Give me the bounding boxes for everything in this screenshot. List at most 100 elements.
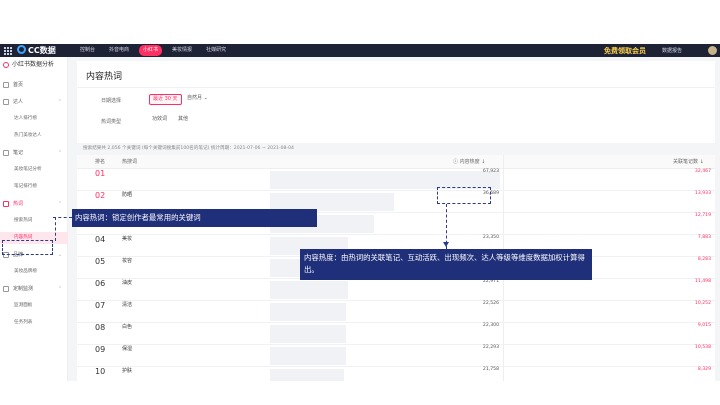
- logo-text: CC数据: [28, 46, 56, 55]
- sidebar-item-note-ranking[interactable]: 笔记排行榜: [0, 181, 68, 193]
- title-panel: 内容热词: [77, 61, 715, 87]
- heat-cell: 23,350: [482, 235, 499, 240]
- sidebar-item-hot-words[interactable]: 热词 ⌃: [0, 198, 68, 210]
- rank-cell: 10: [95, 367, 106, 376]
- notes-cell: 10,538: [694, 345, 711, 350]
- date-option-last-30-days[interactable]: 最近 30 天: [149, 94, 182, 105]
- top-navigation-bar: CC数据 控制台 抖音电商 小红书 美妆情报 社媒研究 免费领取会员 数据报告: [0, 44, 720, 57]
- annotation-arrow-icon: [443, 242, 449, 247]
- notes-cell: 13,933: [694, 191, 711, 196]
- type-option-efficacy[interactable]: 功效词: [149, 115, 170, 124]
- heat-bar: [270, 369, 344, 381]
- sidebar-item-hot-beauty-influencers[interactable]: 热门美妆达人: [0, 130, 68, 142]
- annotation-connector: [55, 217, 56, 241]
- home-icon: [3, 82, 9, 88]
- header-related-notes[interactable]: 关联笔记数 ↓: [673, 155, 704, 169]
- monitor-icon: [3, 286, 9, 292]
- word-cell[interactable]: 清洁: [122, 301, 132, 308]
- table-row[interactable]: 07 清洁 22,526 10,252: [77, 301, 715, 323]
- table-row[interactable]: 06 油皮 22,971 11,498: [77, 279, 715, 301]
- nav-console[interactable]: 控制台: [76, 45, 99, 56]
- table-row[interactable]: 01 67,923 32,467: [77, 169, 715, 191]
- word-cell[interactable]: 护肤: [122, 367, 132, 374]
- sidebar-item-influencer-ranking[interactable]: 达人排行榜: [0, 113, 68, 125]
- app-icon: [3, 62, 9, 68]
- logo-mark-icon: [17, 45, 26, 54]
- notes-cell: 10,252: [694, 301, 711, 306]
- chevron-up-icon: ⌃: [57, 150, 62, 156]
- word-cell[interactable]: 防晒: [122, 191, 132, 198]
- nav-xiaohongshu[interactable]: 小红书: [139, 45, 163, 56]
- annotation-highlight-heat-header: [437, 187, 491, 204]
- heat-cell: 67,923: [482, 169, 499, 174]
- rank-cell: 07: [95, 301, 106, 310]
- notes-cell: 8,283: [697, 257, 711, 262]
- chevron-down-icon: ⌄: [57, 252, 62, 258]
- app-window: CC数据 控制台 抖音电商 小红书 美妆情报 社媒研究 免费领取会员 数据报告 …: [0, 44, 720, 381]
- table-row[interactable]: 09 保湿 22,293 10,538: [77, 345, 715, 367]
- logo[interactable]: CC数据: [17, 45, 56, 56]
- rank-cell: 01: [95, 169, 106, 178]
- data-report-link[interactable]: 数据报告: [662, 47, 682, 54]
- table-row[interactable]: 08 白色 22,300 9,015: [77, 323, 715, 345]
- page-title: 内容热词: [86, 72, 123, 82]
- chevron-up-icon: ⌃: [57, 99, 62, 105]
- sidebar-title: 小红书数据分析: [0, 59, 68, 71]
- date-option-natural-month[interactable]: 自然月 ⌄: [184, 94, 211, 103]
- notes-cell: 12,719: [694, 213, 711, 218]
- word-cell[interactable]: 保湿: [122, 345, 132, 352]
- table-header: [77, 155, 715, 169]
- date-filter-label: 日期选择: [101, 98, 122, 104]
- chevron-up-icon: ⌃: [57, 286, 62, 292]
- result-summary: 搜索结果共 2,056 个关键词 (每个关键词搜集前100名的笔记) 统计周期：…: [83, 146, 294, 151]
- heat-cell: 22,300: [482, 323, 499, 328]
- heat-bar: [270, 347, 346, 365]
- heat-bar: [270, 325, 346, 343]
- sidebar: 小红书数据分析 首页 达人 ⌃ 达人排行榜 热门美妆达人 笔记 ⌃ 美妆笔记分析 笔…: [0, 57, 68, 381]
- word-cell[interactable]: 妆容: [122, 257, 132, 264]
- sidebar-item-task-list[interactable]: 任务列表: [0, 317, 68, 329]
- filter-panel: 日期选择 最近 30 天 自然月 ⌄ 热词类型 功效词 其他: [77, 87, 715, 143]
- sidebar-item-monitoring-panel[interactable]: 监测面板: [0, 300, 68, 312]
- sidebar-item-beauty-note-analysis[interactable]: 美妆笔记分析: [0, 164, 68, 176]
- rank-cell: 04: [95, 235, 106, 244]
- apps-grid-icon[interactable]: [4, 47, 12, 55]
- rank-cell: 08: [95, 323, 106, 332]
- header-content-heat[interactable]: ⓘ 内容热度 ↓: [453, 155, 485, 169]
- chevron-up-icon: ⌃: [57, 201, 62, 207]
- sidebar-item-beauty-brand-ranking[interactable]: 美妆品牌榜: [0, 266, 68, 278]
- avatar[interactable]: [708, 46, 717, 55]
- rank-cell: 06: [95, 279, 106, 288]
- nav-social-research[interactable]: 社媒研究: [202, 45, 230, 56]
- notes-cell: 32,467: [694, 169, 711, 174]
- rank-cell: 02: [95, 191, 106, 200]
- heat-cell: 22,293: [482, 345, 499, 350]
- notes-cell: 7,883: [697, 235, 711, 240]
- word-cell[interactable]: 油皮: [122, 279, 132, 286]
- free-membership-link[interactable]: 免费领取会员: [604, 46, 646, 56]
- type-option-other[interactable]: 其他: [175, 115, 191, 124]
- user-icon: [3, 99, 9, 105]
- annotation-highlight-sidebar: [2, 240, 53, 255]
- heat-cell: 21,758: [482, 367, 499, 372]
- sidebar-item-notes[interactable]: 笔记 ⌃: [0, 147, 68, 159]
- header-rank: 排名: [95, 159, 106, 165]
- annotation-callout-content-hot-words: 内容热词：锁定创作者最常用的关键词: [72, 209, 317, 227]
- top-nav: 控制台 抖音电商 小红书 美妆情报 社媒研究: [76, 45, 230, 56]
- heat-cell: 22,526: [482, 301, 499, 306]
- notes-cell: 8,329: [697, 367, 711, 372]
- sidebar-item-home[interactable]: 首页: [0, 79, 68, 91]
- word-cell[interactable]: 美妆: [122, 235, 132, 242]
- word-type-filter-label: 热词类型: [101, 119, 122, 125]
- sidebar-item-influencers[interactable]: 达人 ⌃: [0, 96, 68, 108]
- notes-cell: 11,498: [694, 279, 711, 284]
- table-row[interactable]: 10 护肤 21,758 8,329: [77, 367, 715, 381]
- annotation-callout-content-heat: 内容热度：由热词的关联笔记、互动活跃、出现频次、达人等级等维度数据加权计算得出。: [300, 249, 592, 280]
- heat-bar: [270, 303, 346, 321]
- nav-beauty-intel[interactable]: 美妆情报: [168, 45, 196, 56]
- word-cell[interactable]: 白色: [122, 323, 132, 330]
- nav-douyin-ecommerce[interactable]: 抖音电商: [105, 45, 133, 56]
- sidebar-item-custom-monitoring[interactable]: 定制监测 ⌃: [0, 283, 68, 295]
- rank-cell: 05: [95, 257, 106, 266]
- header-word: 热搜词: [122, 159, 138, 165]
